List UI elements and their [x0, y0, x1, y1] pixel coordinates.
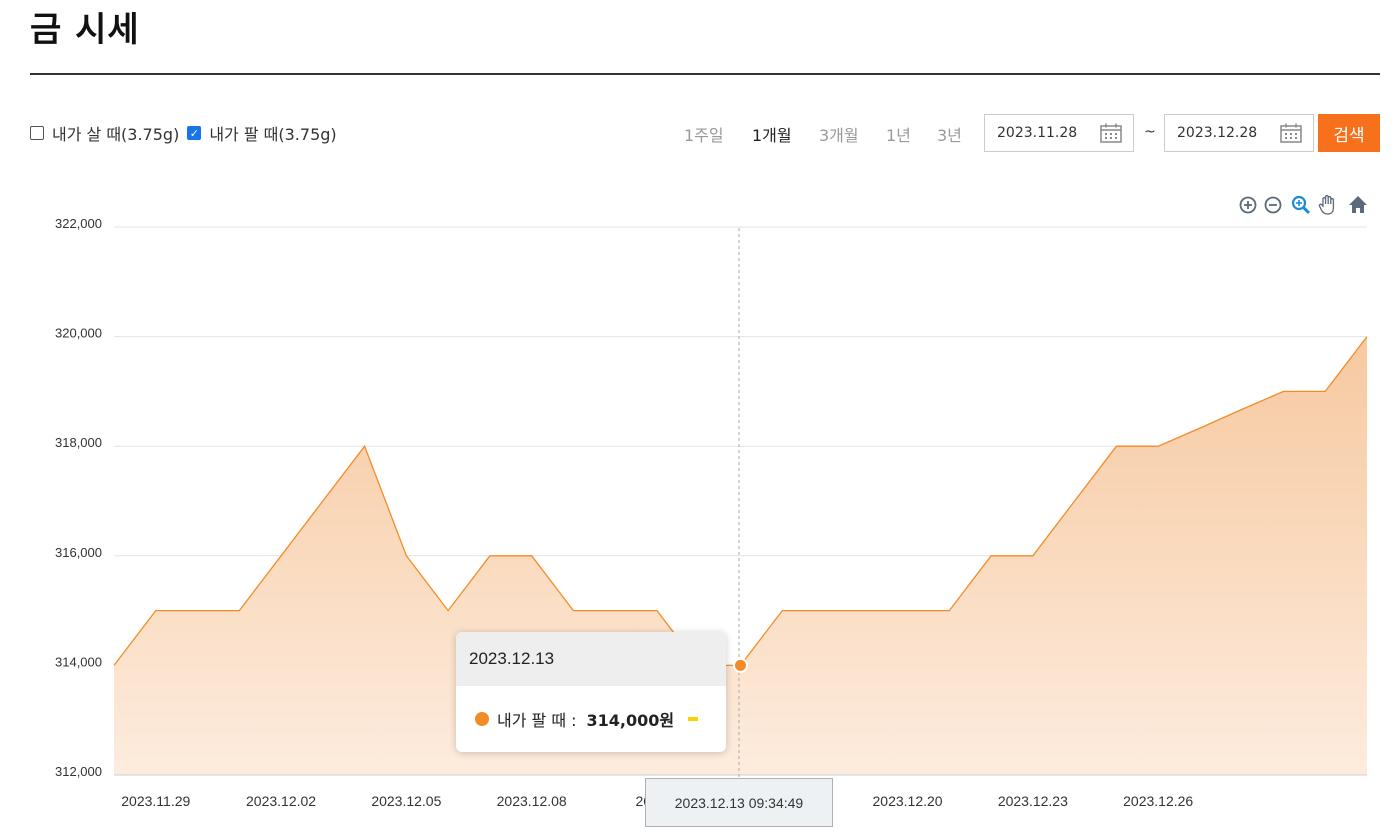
chart-tooltip: 2023.12.13 내가 팔 때 : 314,000원: [456, 632, 726, 752]
y-tick-label: 314,000: [55, 654, 102, 669]
x-tick-label: 2023.12.02: [246, 793, 316, 809]
x-tick-label: 2023.12.23: [998, 793, 1068, 809]
y-tick-label: 320,000: [55, 326, 102, 341]
y-tick-label: 316,000: [55, 545, 102, 560]
x-tick-label: 2023.11.29: [121, 793, 190, 809]
crosshair-time-label: 2023.12.13 09:34:49: [645, 778, 833, 827]
x-tick-label: 2023.12.08: [497, 793, 567, 809]
tooltip-series-label: 내가 팔 때 :: [497, 711, 577, 730]
tooltip-row: 내가 팔 때 : 314,000원: [456, 686, 726, 752]
tooltip-date: 2023.12.13: [456, 632, 726, 686]
x-tick-label: 2023.12.05: [371, 793, 441, 809]
y-tick-label: 322,000: [55, 216, 102, 231]
change-marker-icon: [688, 717, 699, 721]
y-tick-label: 312,000: [55, 764, 102, 779]
highlighted-data-point[interactable]: [733, 657, 748, 673]
x-tick-label: 2023.12.20: [873, 793, 943, 809]
tooltip-value: 314,000원: [586, 711, 675, 730]
y-tick-label: 318,000: [55, 435, 102, 450]
x-tick-label: 2023.12.26: [1123, 793, 1193, 809]
series-dot-icon: [475, 712, 489, 726]
